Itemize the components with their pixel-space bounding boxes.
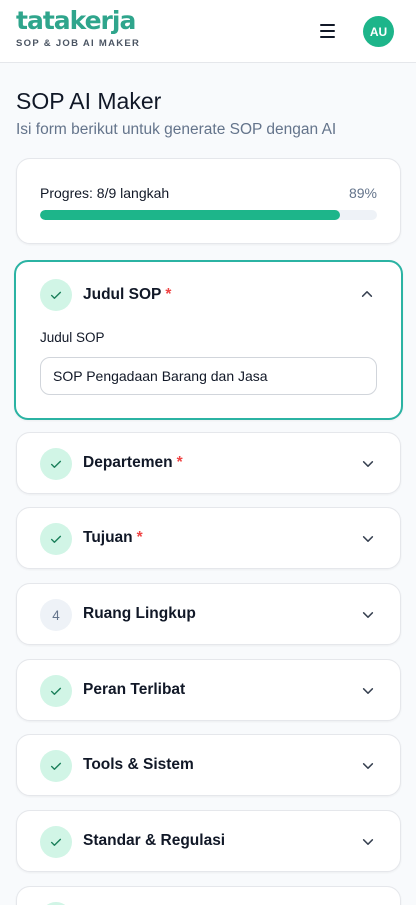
step-header[interactable]: 4 Ruang Lingkup — [17, 584, 400, 646]
step-complete-badge — [40, 675, 72, 707]
step-header[interactable] — [17, 887, 400, 905]
step-number-badge: 4 — [40, 599, 72, 631]
step-complete-badge — [40, 279, 72, 311]
progress-percent: 89% — [348, 185, 377, 201]
step-complete-badge — [40, 826, 72, 858]
step-title: Ruang Lingkup — [83, 605, 196, 622]
check-icon — [50, 762, 62, 770]
check-icon — [50, 535, 62, 543]
chevron-down-icon[interactable] — [361, 532, 375, 546]
step-ruang-lingkup[interactable]: 4 Ruang Lingkup — [16, 583, 401, 645]
logo-text: tatakerja — [16, 6, 136, 35]
page-title: SOP AI Maker — [16, 88, 162, 114]
step-tools-sistem[interactable]: Tools & Sistem — [16, 734, 401, 796]
progress-card: Progres: 8/9 langkah 89% — [16, 158, 401, 244]
step-header[interactable]: Standar & Regulasi — [17, 811, 400, 873]
progress-label: Progres: 8/9 langkah — [40, 185, 170, 201]
hamburger-menu-icon[interactable] — [316, 20, 338, 42]
step-departemen[interactable]: Departemen * — [16, 432, 401, 494]
step-complete-badge — [40, 523, 72, 555]
chevron-down-icon[interactable] — [361, 835, 375, 849]
step-header[interactable]: Tujuan * — [17, 508, 400, 570]
progress-bar-fill — [40, 210, 340, 220]
chevron-down-icon[interactable] — [361, 608, 375, 622]
chevron-down-icon[interactable] — [361, 684, 375, 698]
field-label: Judul SOP — [40, 330, 105, 345]
step-tujuan[interactable]: Tujuan * — [16, 507, 401, 569]
required-marker: * — [165, 286, 172, 303]
step-header[interactable]: Peran Terlibat — [17, 660, 400, 722]
step-complete-badge — [40, 750, 72, 782]
step-title: Tools & Sistem — [83, 756, 194, 773]
progress-bar — [40, 210, 377, 220]
check-icon — [50, 291, 62, 299]
logo[interactable]: tatakerja SOP & JOB AI MAKER — [16, 6, 140, 49]
chevron-down-icon[interactable] — [361, 759, 375, 773]
check-icon — [50, 687, 62, 695]
step-complete-badge — [40, 448, 72, 480]
step-header[interactable]: Judul SOP * — [16, 264, 401, 326]
avatar[interactable]: AU — [363, 16, 394, 47]
required-marker: * — [136, 529, 143, 546]
step-peran-terlibat[interactable]: Peran Terlibat — [16, 659, 401, 721]
chevron-down-icon[interactable] — [361, 457, 375, 471]
step-title: Tujuan * — [83, 529, 143, 546]
chevron-up-icon[interactable] — [360, 287, 374, 301]
step-title: Departemen * — [83, 454, 183, 471]
step-judul-sop[interactable]: Judul SOP * Judul SOP — [14, 260, 403, 420]
step-header[interactable]: Tools & Sistem — [17, 735, 400, 797]
logo-subtitle: SOP & JOB AI MAKER — [16, 38, 141, 49]
required-marker: * — [176, 454, 183, 471]
step-title: Standar & Regulasi — [83, 832, 226, 849]
step-standar-regulasi[interactable]: Standar & Regulasi — [16, 810, 401, 872]
step-next-partial[interactable] — [16, 886, 401, 905]
step-title: Judul SOP * — [83, 286, 172, 303]
judul-sop-input[interactable] — [40, 357, 377, 395]
check-icon — [50, 838, 62, 846]
app-header: tatakerja SOP & JOB AI MAKER AU — [0, 0, 416, 63]
page-subtitle: Isi form berikut untuk generate SOP deng… — [16, 121, 337, 138]
step-header[interactable]: Departemen * — [17, 433, 400, 495]
step-title: Peran Terlibat — [83, 681, 186, 698]
check-icon — [50, 460, 62, 468]
